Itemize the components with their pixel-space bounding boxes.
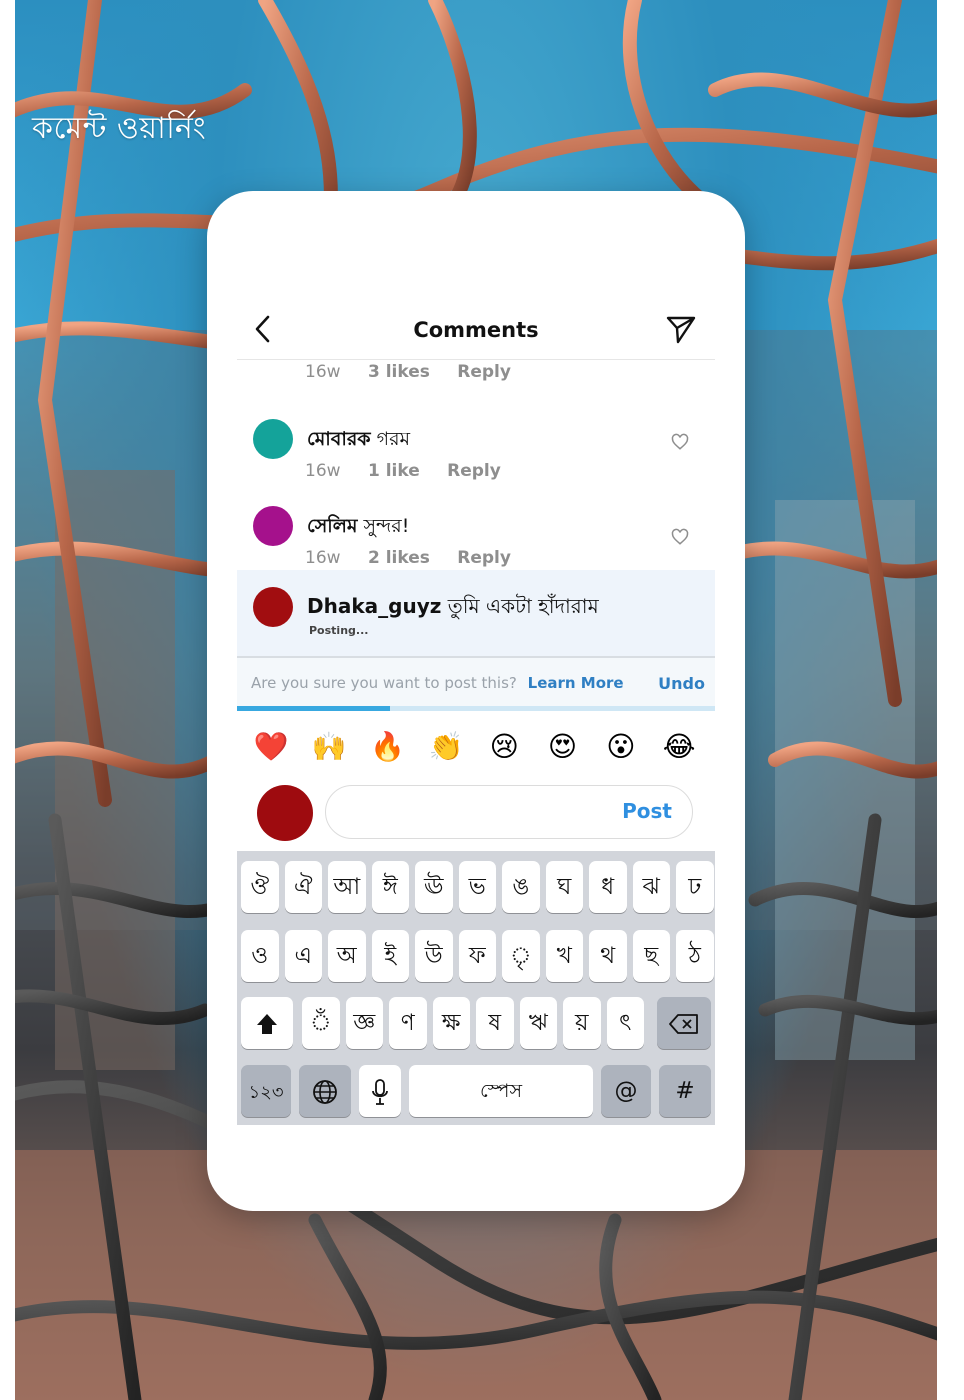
- letter-key[interactable]: ঈ: [371, 861, 409, 913]
- letter-key[interactable]: জ্ঞ: [345, 997, 383, 1049]
- progress-fill: [237, 706, 390, 711]
- letter-key[interactable]: উ: [415, 930, 453, 982]
- comment-composer: Post: [237, 781, 715, 845]
- comments-screen: Comments 16w 3 likes Reply মোবারক গরম 16…: [237, 191, 715, 1211]
- letter-key[interactable]: থ: [589, 930, 627, 982]
- shift-key[interactable]: [241, 997, 293, 1049]
- posting-progress-bar: [237, 706, 715, 711]
- header-title: Comments: [413, 318, 539, 342]
- letter-key[interactable]: ঙ: [502, 861, 540, 913]
- letter-key[interactable]: খ: [545, 930, 583, 982]
- posting-status: Posting...: [309, 624, 369, 637]
- backspace-key[interactable]: [657, 997, 711, 1049]
- letter-key[interactable]: ই: [371, 930, 409, 982]
- comment-meta: 16w 2 likes Reply: [305, 548, 533, 568]
- letter-key[interactable]: য়: [563, 997, 601, 1049]
- heart-icon[interactable]: [671, 528, 689, 546]
- previous-comment-meta: 16w 3 likes Reply: [305, 362, 533, 382]
- phone-frame: Comments 16w 3 likes Reply মোবারক গরম 16…: [207, 191, 745, 1211]
- hash-key[interactable]: #: [659, 1065, 711, 1117]
- comment-body: সুন্দর!: [363, 515, 410, 537]
- warning-message: Are you sure you want to post this?: [251, 674, 517, 692]
- comment-warning-banner: Are you sure you want to post this? Lear…: [237, 656, 715, 708]
- letter-key[interactable]: এ: [284, 930, 322, 982]
- globe-key[interactable]: [299, 1065, 351, 1117]
- bangla-keyboard: ১২৩ স্পেস @ # ঔ ঐ আ ঈ ঊ ভ ঙ ঘ ধ ঝ ঢ ও এ অ ই উ ফৃ খ থ ছ ঠঁ জ্ঞ…: [237, 851, 715, 1125]
- emoji-quick-bar: ❤️ 🙌 🔥 👏 😢 😍 😮 😂: [237, 727, 715, 767]
- emoji-button[interactable]: ❤️: [251, 727, 291, 767]
- paper-plane-icon[interactable]: [665, 313, 697, 345]
- comments-header: Comments: [237, 303, 715, 360]
- letter-key[interactable]: আ: [328, 861, 366, 913]
- letter-key[interactable]: ও: [241, 930, 279, 982]
- comment-item: মোবারক গরম 16w 1 like Reply: [237, 419, 715, 503]
- avatar[interactable]: [253, 506, 293, 546]
- reply-button[interactable]: Reply: [447, 461, 501, 481]
- letter-key[interactable]: ঠ: [676, 930, 714, 982]
- letter-key[interactable]: ফ: [458, 930, 496, 982]
- emoji-button[interactable]: 🔥: [368, 727, 408, 767]
- space-key[interactable]: স্পেস: [409, 1065, 593, 1117]
- comment-likes[interactable]: 1 like: [368, 461, 420, 481]
- comment-text: সেলিম সুন্দর!: [307, 512, 409, 544]
- comment-input[interactable]: Post: [325, 785, 693, 839]
- reply-button[interactable]: Reply: [457, 362, 511, 382]
- comment-time: 16w: [305, 362, 341, 382]
- at-key[interactable]: @: [601, 1065, 651, 1117]
- comment-body: তুমি একটা হাঁদারাম: [447, 594, 599, 618]
- globe-icon: [313, 1079, 337, 1104]
- avatar: [253, 587, 293, 627]
- letter-key[interactable]: ণ: [389, 997, 427, 1049]
- warning-text: Are you sure you want to post this? Lear…: [251, 674, 624, 692]
- emoji-button[interactable]: 😂: [659, 727, 699, 767]
- undo-button[interactable]: Undo: [658, 674, 705, 693]
- letter-key[interactable]: ষ: [476, 997, 514, 1049]
- letter-key[interactable]: ঊ: [415, 861, 453, 913]
- shift-arrow-icon: [257, 1013, 277, 1034]
- learn-more-link[interactable]: Learn More: [528, 674, 624, 692]
- emoji-button[interactable]: 👏: [426, 727, 466, 767]
- comment-username[interactable]: মোবারক: [307, 428, 371, 450]
- microphone-key[interactable]: [359, 1065, 401, 1117]
- reply-button[interactable]: Reply: [457, 548, 511, 568]
- letter-key[interactable]: ঢ: [676, 861, 714, 913]
- letter-key[interactable]: ৎ: [606, 997, 644, 1049]
- letter-key[interactable]: ঝ: [632, 861, 670, 913]
- letter-key[interactable]: ভ: [458, 861, 496, 913]
- comment-text: মোবারক গরম: [307, 425, 410, 457]
- numbers-key[interactable]: ১২৩: [241, 1065, 291, 1117]
- emoji-button[interactable]: 😢: [484, 727, 524, 767]
- comment-username: Dhaka_guyz: [307, 594, 442, 618]
- avatar[interactable]: [253, 419, 293, 459]
- comment-meta: 16w 1 like Reply: [305, 461, 523, 481]
- comment-body: গরম: [376, 428, 411, 450]
- heart-icon[interactable]: [671, 433, 689, 451]
- comment-time: 16w: [305, 548, 341, 568]
- letter-key[interactable]: ধ: [589, 861, 627, 913]
- letter-key[interactable]: অ: [328, 930, 366, 982]
- letter-key[interactable]: ঔ: [241, 861, 279, 913]
- letter-key[interactable]: ক্ষ: [432, 997, 470, 1049]
- pending-comment: Dhaka_guyz তুমি একটা হাঁদারাম Posting...: [237, 570, 715, 656]
- comment-text: Dhaka_guyz তুমি একটা হাঁদারাম: [307, 592, 599, 625]
- letter-key[interactable]: ছ: [632, 930, 670, 982]
- emoji-button[interactable]: 😮: [601, 727, 641, 767]
- avatar: [257, 785, 313, 841]
- page-title: কমেন্ট ওয়ার্নিং: [32, 111, 207, 146]
- post-button[interactable]: Post: [622, 799, 672, 823]
- comment-username[interactable]: সেলিম: [307, 515, 357, 537]
- microphone-icon: [372, 1078, 388, 1105]
- letter-key[interactable]: ঐ: [284, 861, 322, 913]
- letter-key[interactable]: ঘ: [545, 861, 583, 913]
- comment-likes[interactable]: 3 likes: [368, 362, 430, 382]
- letter-key[interactable]: ঁ: [302, 997, 340, 1049]
- comment-likes[interactable]: 2 likes: [368, 548, 430, 568]
- letter-key[interactable]: ঋ: [519, 997, 557, 1049]
- backspace-icon: [669, 1013, 698, 1034]
- emoji-button[interactable]: 🙌: [309, 727, 349, 767]
- comment-time: 16w: [305, 461, 341, 481]
- emoji-button[interactable]: 😍: [543, 727, 583, 767]
- letter-key[interactable]: ৃ: [502, 930, 540, 982]
